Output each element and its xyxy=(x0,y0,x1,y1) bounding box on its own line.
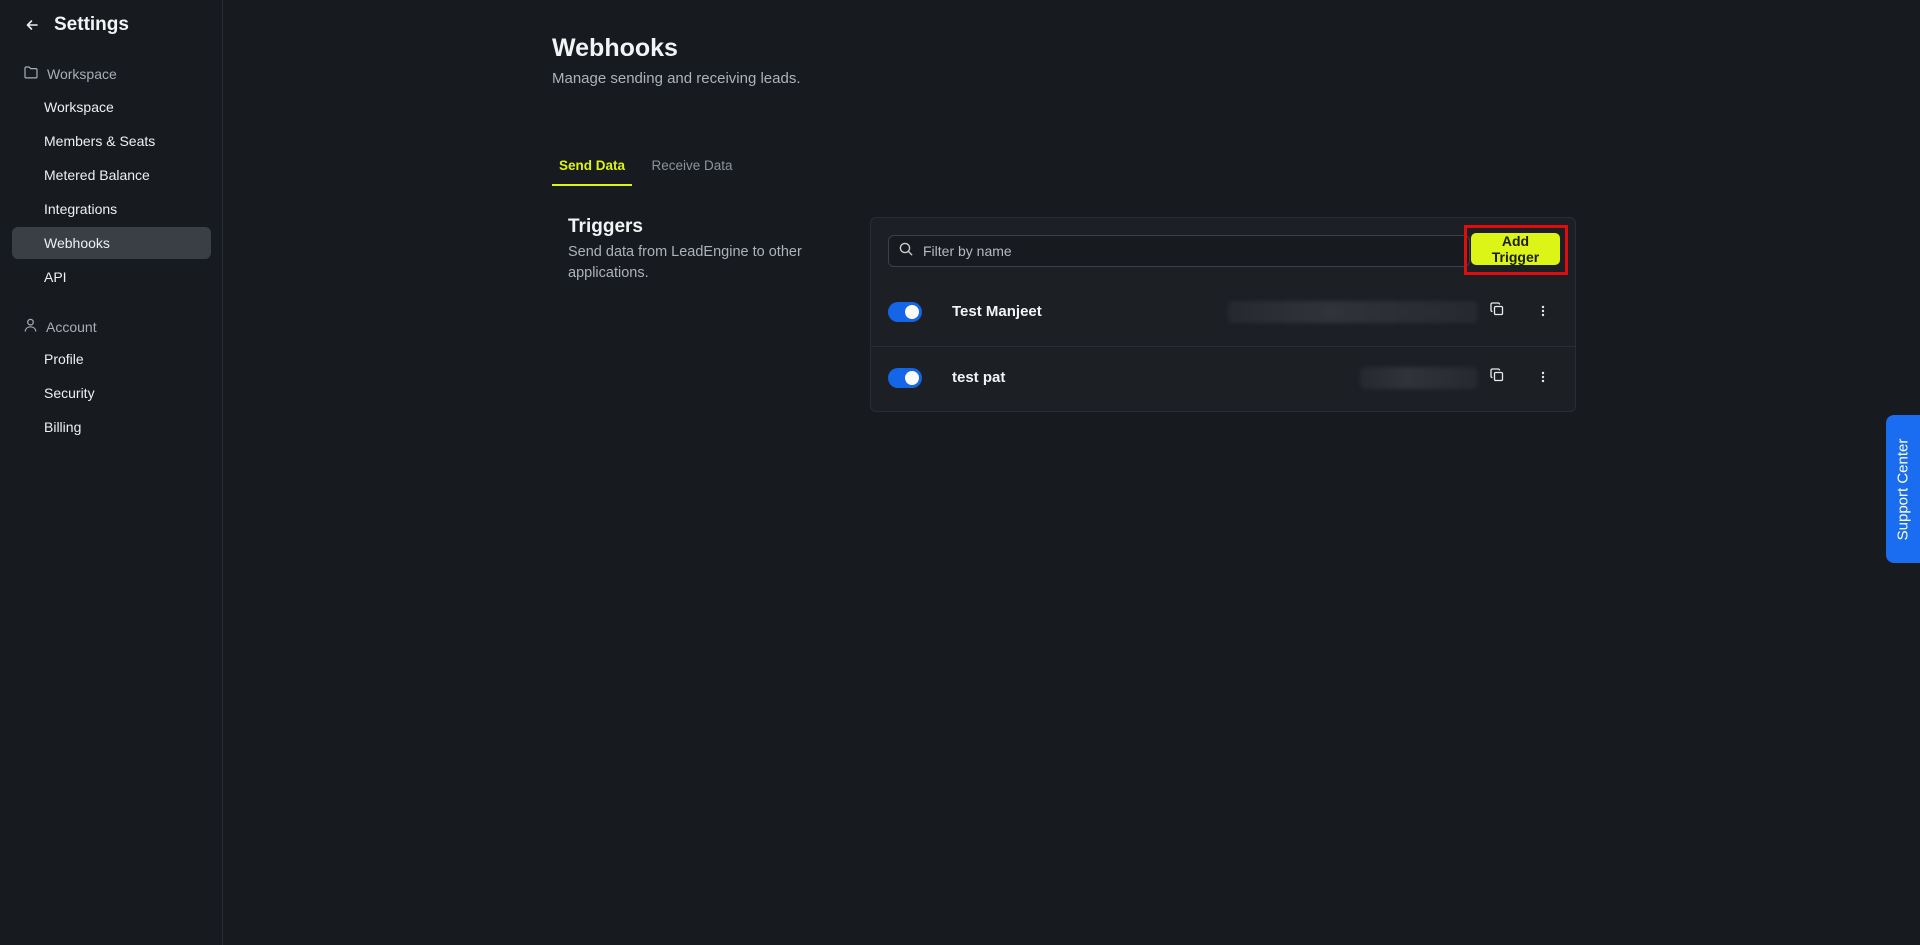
trigger-enabled-toggle[interactable] xyxy=(888,302,922,322)
sidebar-item-label: Integrations xyxy=(44,201,118,217)
more-vertical-icon[interactable] xyxy=(1535,301,1551,321)
filter-by-name-input[interactable] xyxy=(921,242,1469,260)
sidebar-item-label: Metered Balance xyxy=(44,167,150,183)
section-account: Account xyxy=(24,318,97,335)
page-title: Webhooks xyxy=(552,34,678,62)
triggers-panel: Add Trigger Test Manjeet test pat xyxy=(870,217,1576,412)
sidebar-item-label: Workspace xyxy=(44,99,114,115)
tab-receive-data[interactable]: Receive Data xyxy=(648,158,736,186)
sidebar-item-billing[interactable]: Billing xyxy=(12,411,211,443)
trigger-url-blurred xyxy=(1228,301,1478,323)
sidebar-item-integrations[interactable]: Integrations xyxy=(12,193,211,225)
page-subtitle: Manage sending and receiving leads. xyxy=(552,70,801,87)
sidebar-header: Settings xyxy=(22,14,129,36)
support-center-tab[interactable]: Support Center xyxy=(1886,415,1920,563)
trigger-row: Test Manjeet xyxy=(871,281,1575,345)
sidebar-item-webhooks[interactable]: Webhooks xyxy=(12,227,211,259)
toggle-knob xyxy=(905,305,919,319)
sidebar-item-metered-balance[interactable]: Metered Balance xyxy=(12,159,211,191)
sidebar-item-label: Billing xyxy=(44,419,82,435)
sidebar-item-api[interactable]: API xyxy=(12,261,211,293)
sidebar-item-security[interactable]: Security xyxy=(12,377,211,409)
sidebar-item-label: API xyxy=(44,269,67,285)
tab-label: Send Data xyxy=(558,158,626,173)
back-arrow-icon[interactable] xyxy=(22,15,42,35)
sidebar-item-label: Members & Seats xyxy=(44,133,156,149)
trigger-url-blurred xyxy=(1360,367,1478,389)
trigger-row: test pat xyxy=(871,346,1575,410)
copy-icon[interactable] xyxy=(1487,299,1507,319)
copy-icon[interactable] xyxy=(1487,365,1507,385)
section-workspace: Workspace xyxy=(24,66,117,82)
sidebar-title: Settings xyxy=(54,14,129,35)
sidebar-item-label: Webhooks xyxy=(44,235,110,251)
trigger-enabled-toggle[interactable] xyxy=(888,368,922,388)
filter-search-box xyxy=(888,235,1470,267)
section-label: Workspace xyxy=(47,66,117,82)
add-trigger-highlight: Add Trigger xyxy=(1464,225,1568,275)
sidebar-item-label: Security xyxy=(44,385,95,401)
trigger-name: Test Manjeet xyxy=(952,303,1042,320)
sidebar-item-profile[interactable]: Profile xyxy=(12,343,211,375)
toggle-knob xyxy=(905,371,919,385)
sidebar-item-workspace[interactable]: Workspace xyxy=(12,91,211,123)
tab-label: Receive Data xyxy=(651,158,733,173)
trigger-name: test pat xyxy=(952,369,1006,386)
sidebar-item-label: Profile xyxy=(44,351,84,367)
sidebar-item-members-seats[interactable]: Members & Seats xyxy=(12,125,211,157)
folder-icon xyxy=(24,66,38,82)
triggers-description: Send data from LeadEngine to other appli… xyxy=(568,244,802,281)
support-center-label: Support Center xyxy=(1894,438,1912,540)
add-trigger-button[interactable]: Add Trigger xyxy=(1471,233,1560,265)
settings-sidebar: Settings Workspace Workspace Members & S… xyxy=(0,0,223,945)
triggers-title: Triggers xyxy=(568,216,643,237)
more-vertical-icon[interactable] xyxy=(1535,367,1551,387)
user-icon xyxy=(24,318,37,335)
section-label: Account xyxy=(46,318,97,335)
tab-send-data[interactable]: Send Data xyxy=(552,158,632,186)
search-icon xyxy=(899,242,913,261)
